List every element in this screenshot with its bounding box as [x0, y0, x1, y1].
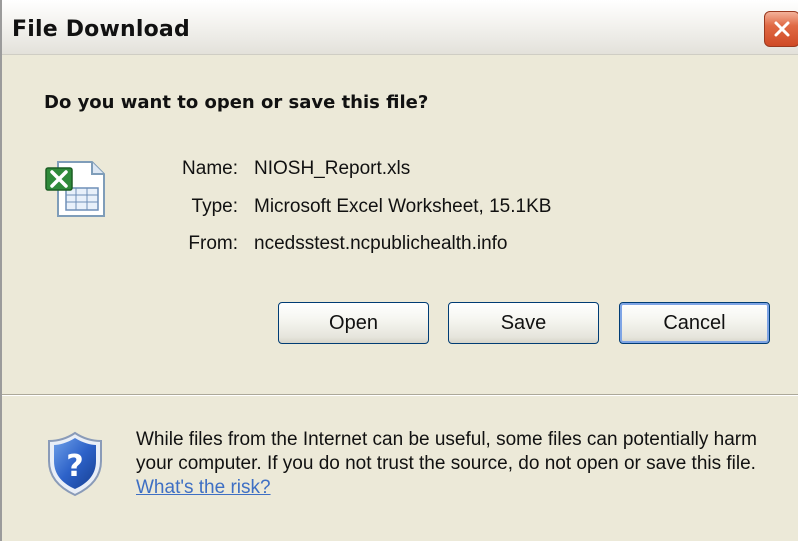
- close-icon: [774, 21, 790, 37]
- cancel-button[interactable]: Cancel: [619, 302, 770, 344]
- file-name-row: Name: NIOSH_Report.xls: [118, 158, 638, 184]
- file-name-value: NIOSH_Report.xls: [254, 158, 411, 179]
- file-source-row: From: ncedsstest.ncpublichealth.info: [118, 233, 638, 259]
- file-type-label: Type:: [191, 196, 238, 217]
- close-button[interactable]: [764, 11, 798, 47]
- security-shield-question-icon: ?: [48, 431, 102, 497]
- dialog-question: Do you want to open or save this file?: [44, 92, 429, 113]
- svg-text:?: ?: [66, 449, 83, 484]
- dialog-separator: [2, 394, 798, 396]
- warning-text: While files from the Internet can be use…: [136, 429, 757, 474]
- file-source-value: ncedsstest.ncpublichealth.info: [254, 233, 508, 254]
- file-source-label: From:: [188, 233, 238, 254]
- title-bar[interactable]: File Download: [2, 0, 798, 55]
- file-type-value: Microsoft Excel Worksheet, 15.1KB: [254, 196, 552, 217]
- file-download-dialog: File Download Do you want to open or sav…: [0, 0, 798, 541]
- save-button[interactable]: Save: [448, 302, 599, 344]
- open-button[interactable]: Open: [278, 302, 429, 344]
- file-type-row: Type: Microsoft Excel Worksheet, 15.1KB: [118, 196, 638, 222]
- security-warning: While files from the Internet can be use…: [136, 428, 786, 500]
- risk-link[interactable]: What's the risk?: [136, 477, 271, 498]
- window-title: File Download: [12, 17, 190, 42]
- excel-file-icon: [45, 161, 105, 217]
- file-name-label: Name:: [182, 158, 238, 179]
